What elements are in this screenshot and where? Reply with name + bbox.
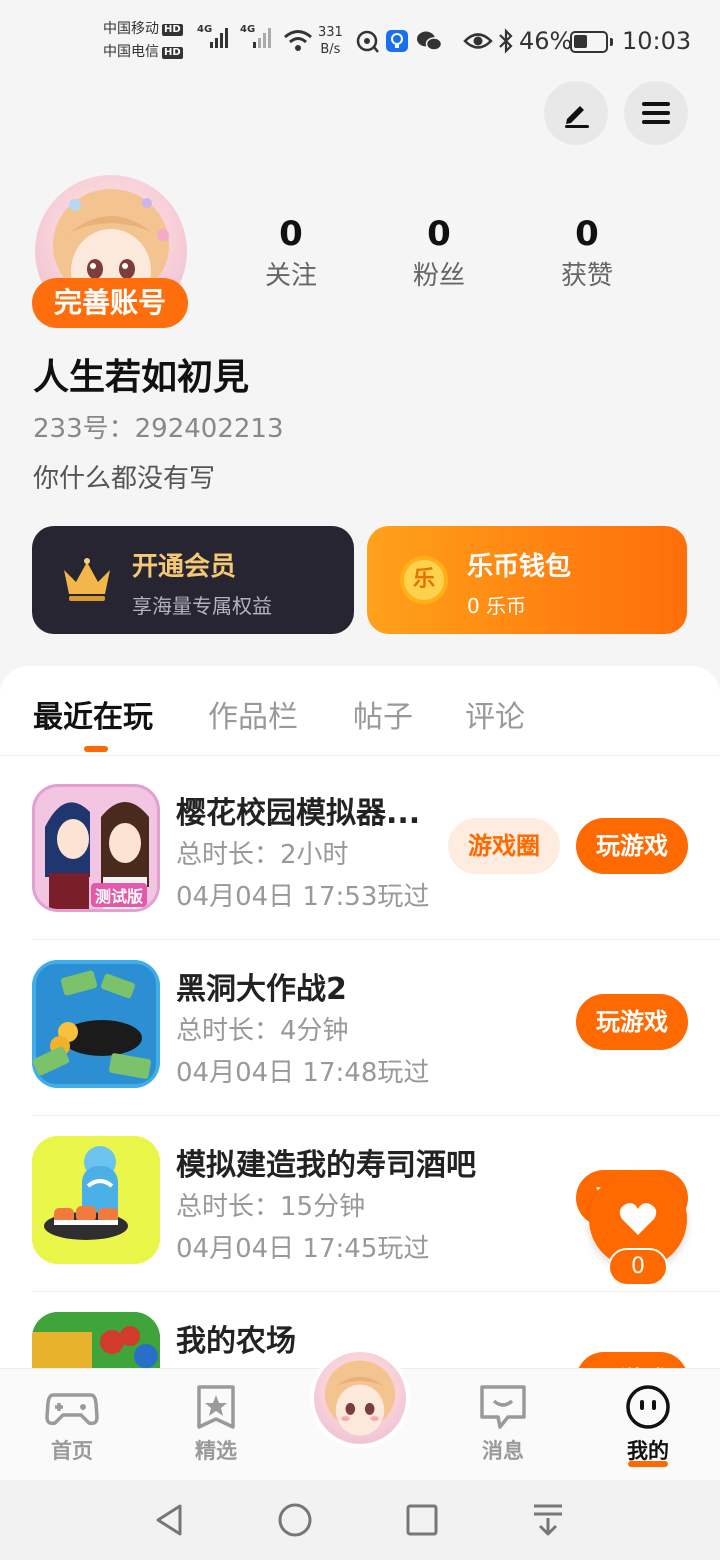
stat-label: 粉丝 <box>412 261 465 291</box>
bio: 你什么都没有写 <box>33 464 216 494</box>
recents-icon[interactable] <box>404 1502 440 1538</box>
nickname: 人生若如初見 <box>33 357 250 398</box>
home-circle-icon[interactable] <box>277 1502 313 1538</box>
nav-messages[interactable]: 消息 <box>443 1369 563 1481</box>
battery-icon <box>570 31 613 53</box>
notification-pull-icon[interactable] <box>530 1502 566 1538</box>
stat-label: 获赞 <box>560 261 613 291</box>
battery-level <box>574 35 587 48</box>
star-bookmark-icon <box>197 1385 235 1429</box>
stat-followers[interactable]: 0 粉丝 <box>384 212 494 296</box>
gamepad-icon <box>45 1393 99 1426</box>
active-indicator <box>628 1461 668 1467</box>
stat-value: 0 <box>575 214 599 254</box>
like-count: 0 <box>608 1248 668 1286</box>
list-item[interactable]: 测试版 樱花校园模拟器... 总时长：2小时 04月04日 17:53玩过 游戏… <box>32 764 720 940</box>
nav-featured[interactable]: 精选 <box>156 1369 276 1481</box>
pencil-icon <box>565 106 589 128</box>
crown-icon <box>64 558 110 601</box>
battery-percent: 46% <box>519 27 573 55</box>
hd-badge: HD <box>162 47 183 59</box>
wallet-title: 乐币钱包 <box>467 552 572 582</box>
coin-icon: 乐 <box>400 556 448 604</box>
game-icon[interactable] <box>32 1136 160 1264</box>
avatar-illustration <box>324 1360 396 1436</box>
chat-bubble-icon <box>480 1385 526 1429</box>
eye-icon <box>463 33 493 49</box>
game-name: 黑洞大作战2 <box>176 972 347 1007</box>
tab-posts[interactable]: 帖子 <box>353 692 413 736</box>
nav-home[interactable]: 首页 <box>12 1369 132 1481</box>
face-icon <box>626 1385 670 1429</box>
center-avatar-button[interactable] <box>310 1348 410 1448</box>
game-icon[interactable] <box>32 960 160 1088</box>
stat-following[interactable]: 0 关注 <box>236 212 346 296</box>
hd-badge: HD <box>162 24 183 36</box>
network-speed: 331 B/s <box>318 24 343 58</box>
bluetooth-icon <box>499 28 513 54</box>
complete-account-button[interactable]: 完善账号 <box>32 278 188 328</box>
tab-indicator <box>84 746 108 752</box>
speed-unit: B/s <box>320 42 341 57</box>
hamburger-menu-icon <box>642 102 670 124</box>
back-icon[interactable] <box>152 1502 188 1538</box>
game-last-played: 04月04日 17:53玩过 <box>176 882 430 912</box>
game-icon[interactable]: 测试版 <box>32 784 160 912</box>
status-bar: 中国移动 HD 中国电信 HD 4G 4G 331 B/s 46% 10:03 <box>0 0 720 84</box>
game-name: 模拟建造我的寿司酒吧 <box>176 1148 476 1183</box>
tab-recently-played[interactable]: 最近在玩 <box>33 692 153 736</box>
play-game-button[interactable]: 玩游戏 <box>576 994 688 1050</box>
test-version-badge: 测试版 <box>91 883 148 907</box>
game-last-played: 04月04日 17:48玩过 <box>176 1058 430 1088</box>
wifi-icon <box>284 30 312 51</box>
stat-label: 关注 <box>264 261 317 291</box>
app-notification-icon <box>386 30 408 52</box>
carrier-info: 中国移动 HD 中国电信 HD <box>103 18 183 64</box>
vip-subtitle: 享海量专属权益 <box>132 594 272 618</box>
stat-value: 0 <box>279 214 303 254</box>
wechat-icon <box>417 31 442 51</box>
wallet-card[interactable]: 乐 乐币钱包 0 乐币 <box>367 526 687 634</box>
nav-mine[interactable]: 我的 <box>588 1369 708 1481</box>
clock: 10:03 <box>622 27 692 55</box>
black-hole-art <box>32 960 160 1088</box>
tab-bar: 最近在玩 作品栏 帖子 评论 <box>0 666 720 756</box>
game-name: 我的农场 <box>176 1324 296 1359</box>
carrier-2: 中国电信 <box>103 44 159 60</box>
system-nav-bar <box>0 1480 720 1560</box>
stat-likes[interactable]: 0 获赞 <box>532 212 642 296</box>
tab-works[interactable]: 作品栏 <box>208 692 298 736</box>
carrier-1: 中国移动 <box>103 21 159 37</box>
tab-comments[interactable]: 评论 <box>465 692 525 736</box>
vip-card[interactable]: 开通会员 享海量专属权益 <box>32 526 354 634</box>
nav-label: 精选 <box>195 1439 237 1463</box>
play-game-button[interactable]: 玩游戏 <box>576 818 688 874</box>
hotspot-icon <box>356 30 379 53</box>
speed-value: 331 <box>318 25 343 40</box>
game-duration: 总时长：15分钟 <box>176 1192 366 1222</box>
wallet-subtitle: 0 乐币 <box>467 594 527 618</box>
avatar <box>314 1352 406 1444</box>
nav-label: 消息 <box>482 1439 524 1463</box>
list-item[interactable]: 黑洞大作战2 总时长：4分钟 04月04日 17:48玩过 玩游戏 <box>32 940 720 1116</box>
sushi-bar-art <box>32 1136 160 1264</box>
heart-icon <box>619 1203 657 1235</box>
edit-profile-button[interactable] <box>544 81 608 145</box>
game-duration: 总时长：4分钟 <box>176 1016 349 1046</box>
game-last-played: 04月04日 17:45玩过 <box>176 1234 430 1264</box>
stat-value: 0 <box>427 214 451 254</box>
vip-title: 开通会员 <box>132 552 237 582</box>
game-name: 樱花校园模拟器... <box>176 796 421 831</box>
game-circle-button[interactable]: 游戏圈 <box>448 818 560 874</box>
menu-button[interactable] <box>624 81 688 145</box>
nav-label: 首页 <box>51 1439 93 1463</box>
user-id: 233号：292402213 <box>33 414 284 444</box>
game-duration: 总时长：2小时 <box>176 840 349 870</box>
